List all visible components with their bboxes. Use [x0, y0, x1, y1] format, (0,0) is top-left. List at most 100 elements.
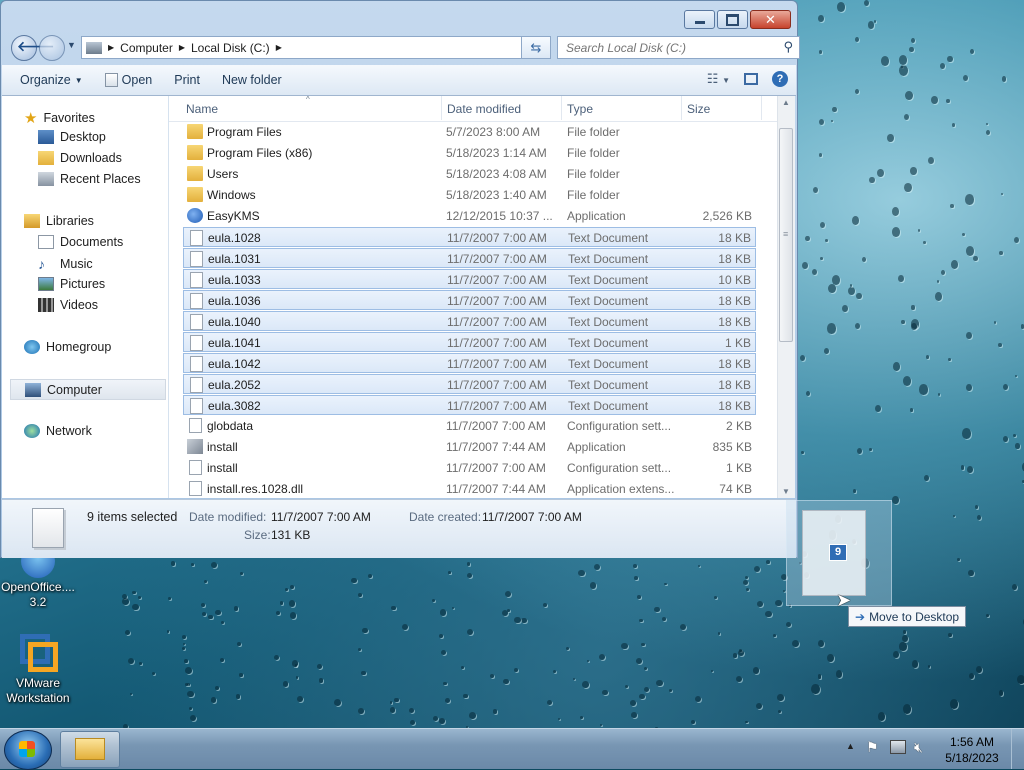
print-button[interactable]: Print [170, 71, 204, 89]
back-button[interactable]: 🡐 [11, 35, 55, 61]
taskbar-explorer-button[interactable] [60, 731, 120, 768]
raindrop [625, 684, 629, 688]
address-bar[interactable]: ▶ Computer ▶ Local Disk (C:) ▶ ▼ [81, 36, 551, 59]
file-row[interactable]: eula.1036 11/7/2007 7:00 AM Text Document 1… [183, 290, 756, 310]
show-desktop-button[interactable] [1011, 729, 1024, 769]
nav-music[interactable]: ♪ Music [38, 256, 93, 272]
preview-pane-icon[interactable] [744, 73, 758, 85]
recent-pages-dropdown-icon[interactable]: ▼ [67, 40, 76, 50]
nav-downloads[interactable]: Downloads [38, 151, 122, 165]
file-type: Application extens... [567, 482, 675, 496]
column-divider[interactable] [441, 96, 442, 120]
help-icon[interactable]: ? [772, 71, 788, 87]
raindrop [927, 156, 934, 165]
breadcrumb-computer[interactable]: Computer [120, 41, 173, 55]
raindrop [952, 514, 955, 518]
action-center-flag-icon[interactable]: ⚑ [866, 739, 879, 756]
nav-recent-places[interactable]: Recent Places [38, 172, 141, 186]
column-divider[interactable] [561, 96, 562, 120]
libraries-icon [24, 214, 40, 228]
file-date-modified: 11/7/2007 7:00 AM [446, 461, 546, 475]
file-row[interactable]: Program Files (x86) 5/18/2023 1:14 AM File… [183, 143, 756, 163]
volume-muted-icon[interactable]: 🔇︎ [914, 739, 923, 756]
file-row[interactable]: eula.2052 11/7/2007 7:00 AM Text Document 1… [183, 374, 756, 394]
nav-label: Homegroup [46, 340, 112, 354]
column-divider[interactable] [681, 96, 682, 120]
file-date-modified: 11/7/2007 7:44 AM [446, 440, 546, 454]
raindrop [691, 720, 696, 725]
file-row[interactable]: Users 5/18/2023 4:08 AM File folder [183, 164, 756, 184]
raindrop [1002, 384, 1008, 391]
dll-file-icon [189, 481, 202, 496]
raindrop [877, 711, 886, 721]
nav-documents[interactable]: Documents [38, 235, 123, 249]
search-icon[interactable]: ⚲ [783, 39, 793, 55]
search-box[interactable]: ⚲ [557, 36, 800, 59]
file-row[interactable]: install 11/7/2007 7:44 AM Application 835 K… [183, 437, 756, 457]
file-row[interactable]: install.res.1028.dll 11/7/2007 7:44 AM App… [183, 479, 756, 499]
file-row[interactable]: eula.1042 11/7/2007 7:00 AM Text Document 1… [183, 353, 756, 373]
file-type: Application [567, 440, 626, 454]
breadcrumb-separator-icon[interactable]: ▶ [276, 43, 282, 52]
file-row[interactable]: eula.1040 11/7/2007 7:00 AM Text Document 1… [183, 311, 756, 331]
organize-button[interactable]: Organize ▼ [16, 71, 87, 89]
file-row[interactable]: eula.1041 11/7/2007 7:00 AM Text Document 1… [183, 332, 756, 352]
file-row[interactable]: eula.3082 11/7/2007 7:00 AM Text Document 1… [183, 395, 756, 415]
column-date-modified[interactable]: Date modified [447, 102, 521, 116]
nav-videos[interactable]: Videos [38, 298, 98, 312]
column-divider[interactable] [761, 96, 762, 120]
breadcrumb-local-disk[interactable]: Local Disk (C:) [191, 41, 270, 55]
raindrop [811, 683, 820, 695]
maximize-button[interactable] [717, 10, 748, 29]
new-folder-button[interactable]: New folder [218, 71, 286, 89]
show-hidden-icons-icon[interactable]: ▲ [846, 741, 855, 751]
system-clock[interactable]: 1:56 AM 5/18/2023 [940, 734, 1004, 766]
nav-computer[interactable]: Computer [10, 379, 166, 400]
raindrop [191, 562, 194, 566]
change-view-icon[interactable]: ☷ ▼ [707, 71, 730, 87]
file-row[interactable]: eula.1031 11/7/2007 7:00 AM Text Document 1… [183, 248, 756, 268]
raindrop [837, 2, 846, 12]
close-button[interactable]: ✕ [750, 10, 791, 29]
file-date-modified: 11/7/2007 7:44 AM [446, 482, 546, 496]
breadcrumb-separator-icon[interactable]: ▶ [179, 43, 185, 52]
file-row[interactable]: eula.1028 11/7/2007 7:00 AM Text Document 1… [183, 227, 756, 247]
nav-pictures[interactable]: Pictures [38, 277, 105, 291]
scroll-down-arrow-icon[interactable]: ▼ [782, 487, 790, 496]
column-name[interactable]: Name [186, 102, 218, 116]
nav-libraries[interactable]: Libraries [24, 214, 94, 228]
minimize-button[interactable] [684, 10, 715, 29]
raindrop [941, 269, 946, 275]
file-row[interactable]: install 11/7/2007 7:00 AM Configuration se… [183, 458, 756, 478]
nav-favorites[interactable]: ★ Favorites [24, 109, 95, 127]
column-size[interactable]: Size [687, 102, 710, 116]
breadcrumb-separator-icon[interactable]: ▶ [108, 43, 114, 52]
column-type[interactable]: Type [567, 102, 593, 116]
file-row[interactable]: globdata 11/7/2007 7:00 AM Configuration s… [183, 416, 756, 436]
nav-homegroup[interactable]: Homegroup [24, 340, 111, 354]
forward-button[interactable] [39, 35, 65, 61]
move-arrow-icon: ➔ [855, 609, 866, 624]
file-row[interactable]: EasyKMS 12/12/2015 10:37 ... Application 2,… [183, 206, 756, 226]
file-row[interactable]: Program Files 5/7/2023 8:00 AM File folder [183, 122, 756, 142]
file-row[interactable]: Windows 5/18/2023 1:40 AM File folder [183, 185, 756, 205]
nav-network[interactable]: Network [24, 424, 92, 438]
nav-desktop[interactable]: Desktop [38, 130, 106, 144]
raindrop [333, 699, 341, 707]
scrollbar-thumb[interactable]: ≡ [779, 128, 793, 342]
refresh-button[interactable]: ⇆ [521, 36, 551, 59]
vertical-scrollbar[interactable]: ▲ ≡ ▼ [777, 96, 795, 498]
start-button[interactable] [4, 730, 52, 770]
open-button[interactable]: Open [101, 71, 157, 89]
file-date-modified: 5/18/2023 1:40 AM [446, 188, 547, 202]
file-row[interactable]: eula.1033 11/7/2007 7:00 AM Text Document 1… [183, 269, 756, 289]
raindrop [492, 709, 498, 714]
desktop-icon-vmware[interactable]: VMware Workstation [0, 634, 76, 706]
raindrop [874, 20, 877, 23]
raindrop [717, 632, 720, 635]
scroll-up-arrow-icon[interactable]: ▲ [782, 98, 790, 107]
search-input[interactable] [564, 39, 768, 56]
raindrop [489, 673, 495, 679]
network-tray-icon[interactable] [890, 740, 906, 754]
raindrop [661, 617, 666, 622]
